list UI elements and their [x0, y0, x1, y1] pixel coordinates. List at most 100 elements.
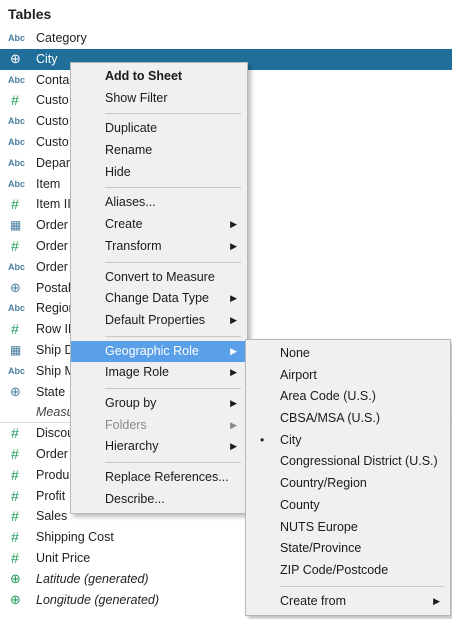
geo-role-congressional-district-u-s[interactable]: Congressional District (U.S.): [246, 451, 450, 473]
field-label: Order: [36, 238, 68, 253]
menu-item-duplicate[interactable]: Duplicate: [71, 118, 247, 140]
submenu-arrow-icon: ▶: [230, 441, 237, 452]
abc-icon: Abc: [8, 261, 26, 272]
menu-item-label: None: [280, 346, 310, 360]
geo-role-create-from[interactable]: Create from ▶: [246, 591, 450, 613]
submenu-arrow-icon: ▶: [230, 293, 237, 304]
menu-item-hierarchy[interactable]: Hierarchy ▶: [71, 436, 247, 458]
geo-role-county[interactable]: County: [246, 495, 450, 517]
menu-item-label: Create from: [280, 593, 346, 608]
submenu-arrow-icon: ▶: [433, 595, 440, 606]
submenu-arrow-icon: ▶: [230, 240, 237, 251]
menu-item-label: Default Properties: [105, 312, 206, 327]
menu-item-label: Show Filter: [105, 90, 168, 105]
geo-role-airport[interactable]: Airport: [246, 365, 450, 387]
field-label: Latitude (generated): [36, 571, 149, 586]
menu-item-label: Transform: [105, 238, 162, 253]
menu-item-label: Describe...: [105, 491, 165, 506]
menu-item-label: Rename: [105, 143, 153, 158]
menu-item-label: Group by: [105, 395, 157, 410]
menu-item-create[interactable]: Create ▶: [71, 214, 247, 236]
geo-role-none[interactable]: None: [246, 343, 450, 365]
submenu-arrow-icon: ▶: [230, 397, 237, 408]
menu-item-image-role[interactable]: Image Role ▶: [71, 362, 247, 384]
abc-icon: Abc: [8, 116, 26, 127]
menu-item-label: Country/Region: [280, 476, 367, 491]
field-label: Postal: [36, 280, 71, 295]
selected-bullet-icon: •: [260, 432, 265, 447]
geo-role-zip-code-postcode[interactable]: ZIP Code/Postcode: [246, 560, 450, 582]
field-label: Category: [36, 31, 87, 45]
submenu-arrow-icon: ▶: [230, 367, 237, 378]
field-label: Sales: [36, 509, 68, 524]
field-label: State: [36, 384, 66, 399]
menu-item-label: Area Code (U.S.): [280, 389, 376, 404]
geo-role-cbsa-msa-u-s[interactable]: CBSA/MSA (U.S.): [246, 408, 450, 430]
hash-icon: #: [11, 466, 19, 483]
hash-icon: #: [11, 237, 19, 254]
menu-item-label: Replace References...: [105, 470, 229, 484]
menu-item-show-filter[interactable]: Show Filter: [71, 88, 247, 110]
submenu-arrow-icon: ▶: [230, 314, 237, 325]
menu-item-label: County: [280, 497, 320, 512]
menu-item-label: ZIP Code/Postcode: [280, 562, 389, 577]
hash-icon: #: [11, 321, 19, 338]
field-item-category[interactable]: Abc Category: [0, 28, 452, 49]
submenu-arrow-icon: ▶: [230, 345, 237, 356]
field-label: Depar: [36, 155, 71, 170]
menu-divider: [105, 335, 241, 337]
geo-role-country-region[interactable]: Country/Region: [246, 473, 450, 495]
field-label: Order: [36, 446, 68, 461]
menu-item-transform[interactable]: Transform ▶: [71, 236, 247, 258]
menu-item-convert-to-measure[interactable]: Convert to Measure: [71, 267, 247, 289]
field-label: Custo: [36, 134, 69, 149]
field-label: Longitude (generated): [36, 592, 160, 607]
menu-item-label: City: [280, 432, 302, 447]
field-label: Order: [36, 218, 68, 233]
menu-item-add-to-sheet[interactable]: Add to Sheet: [71, 66, 247, 88]
context-menu: Add to Sheet Show Filter Duplicate Rename Hi…: [70, 62, 248, 515]
menu-divider: [105, 387, 241, 389]
geo-role-state-province[interactable]: State/Province: [246, 538, 450, 560]
menu-item-change-data-type[interactable]: Change Data Type ▶: [71, 288, 247, 310]
hash-icon: #: [11, 487, 19, 504]
geo-role-nuts-europe[interactable]: NUTS Europe: [246, 517, 450, 539]
menu-item-label: Add to Sheet: [105, 69, 183, 83]
field-label: Item: [36, 176, 61, 191]
menu-item-label: Folders: [105, 417, 147, 432]
menu-item-hide[interactable]: Hide: [71, 162, 247, 184]
menu-item-label: Create: [105, 217, 143, 232]
menu-item-folders: Folders ▶: [71, 415, 247, 437]
menu-item-group-by[interactable]: Group by ▶: [71, 393, 247, 415]
menu-item-describe[interactable]: Describe...: [71, 489, 247, 511]
menu-divider: [105, 462, 241, 463]
field-label: City: [36, 51, 58, 66]
menu-divider: [105, 113, 241, 115]
menu-item-geographic-role[interactable]: Geographic Role ▶: [71, 340, 247, 363]
geo-role-area-code-u-s[interactable]: Area Code (U.S.): [246, 386, 450, 408]
field-label: Item II: [36, 197, 71, 212]
menu-item-default-properties[interactable]: Default Properties ▶: [71, 310, 247, 332]
menu-item-label: Geographic Role: [105, 343, 199, 358]
menu-item-label: Change Data Type: [105, 291, 210, 306]
menu-item-rename[interactable]: Rename: [71, 140, 247, 162]
menu-divider: [105, 187, 241, 189]
hash-icon: #: [11, 196, 19, 213]
geo-role-city[interactable]: • City: [246, 430, 450, 452]
field-label: Ship D: [36, 342, 74, 357]
field-label: Produ: [36, 467, 70, 482]
menu-item-replace-references[interactable]: Replace References...: [71, 467, 247, 489]
abc-icon: Abc: [8, 303, 26, 314]
menu-item-label: Aliases...: [105, 195, 156, 210]
submenu-arrow-icon: ▶: [230, 219, 237, 230]
menu-item-aliases[interactable]: Aliases...: [71, 192, 247, 214]
globe-icon: ⊕: [10, 591, 21, 607]
field-label: Conta: [36, 72, 70, 87]
menu-item-label: Convert to Measure: [105, 269, 215, 284]
menu-item-label: Airport: [280, 367, 317, 382]
field-label: Discou: [36, 426, 75, 441]
menu-item-label: Hierarchy: [105, 439, 159, 454]
globe-icon: ⊕: [10, 383, 21, 399]
hash-icon: #: [11, 425, 19, 442]
abc-icon: Abc: [8, 136, 26, 147]
